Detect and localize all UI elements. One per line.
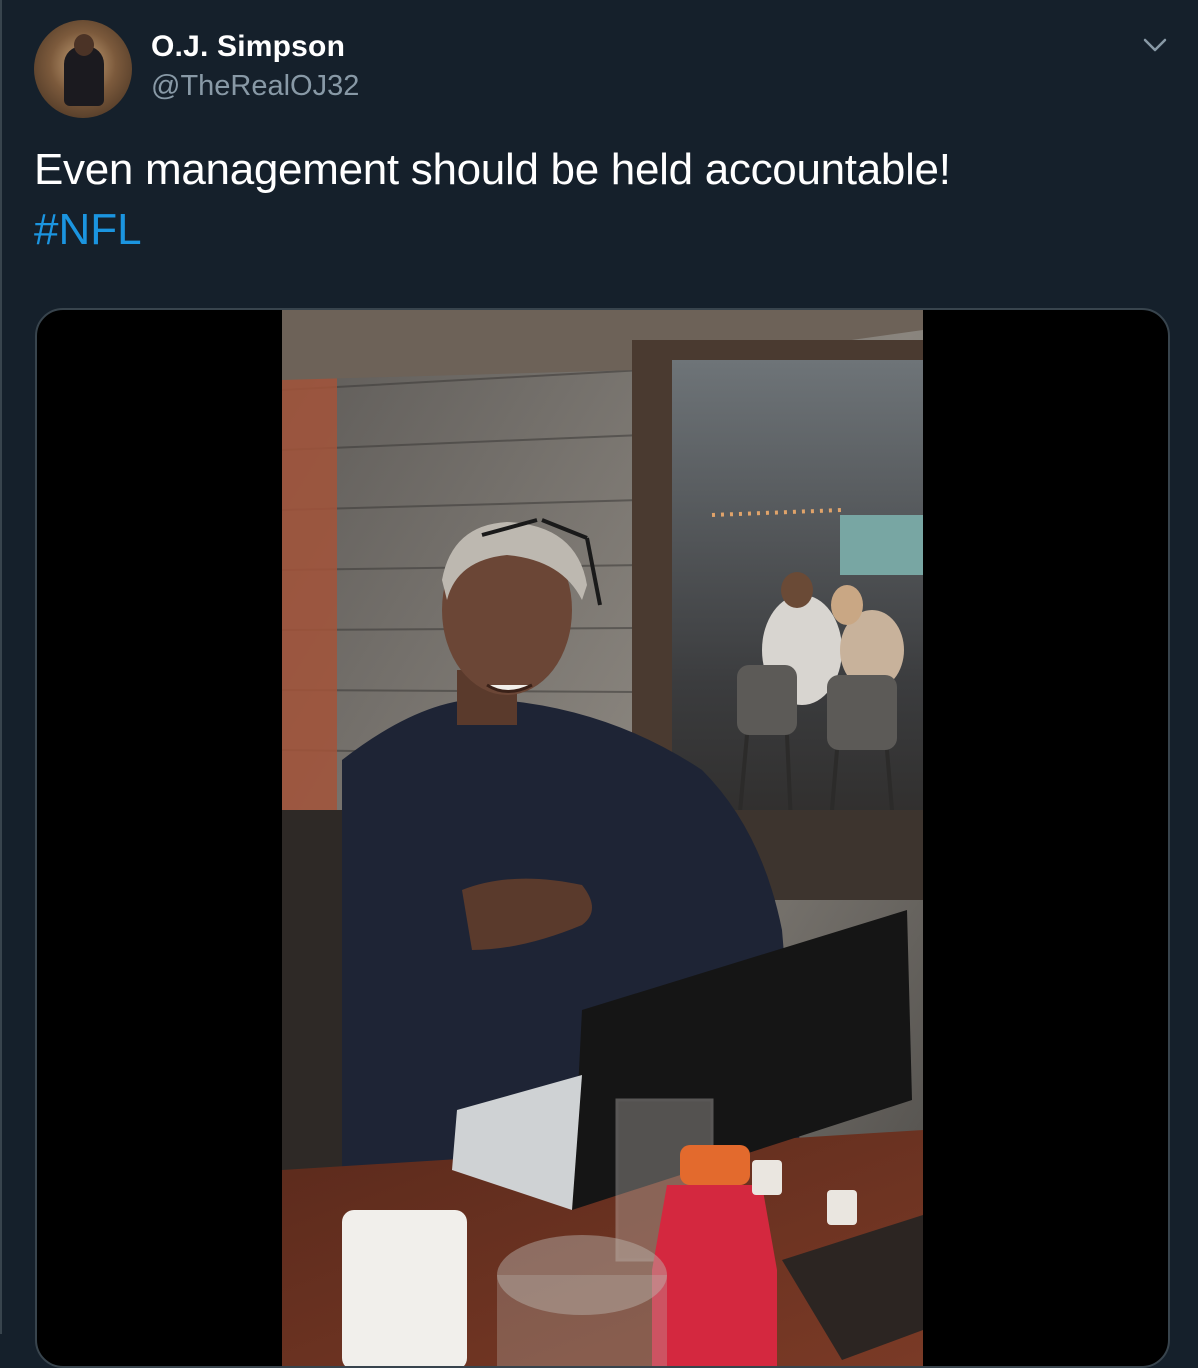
author-display-name[interactable]: O.J. Simpson — [151, 30, 345, 64]
video-player[interactable] — [35, 308, 1170, 1368]
author-handle[interactable]: @TheRealOJ32 — [151, 70, 359, 103]
avatar-head — [74, 34, 94, 56]
tweet-card[interactable]: O.J. Simpson @TheRealOJ32 Even managemen… — [0, 0, 1198, 1368]
tweet-text: Even management should be held accountab… — [34, 145, 951, 194]
author-avatar[interactable] — [34, 20, 132, 118]
chevron-down-icon[interactable] — [1140, 32, 1170, 58]
video-frame — [282, 310, 923, 1366]
hashtag-link[interactable]: #NFL — [34, 200, 142, 260]
